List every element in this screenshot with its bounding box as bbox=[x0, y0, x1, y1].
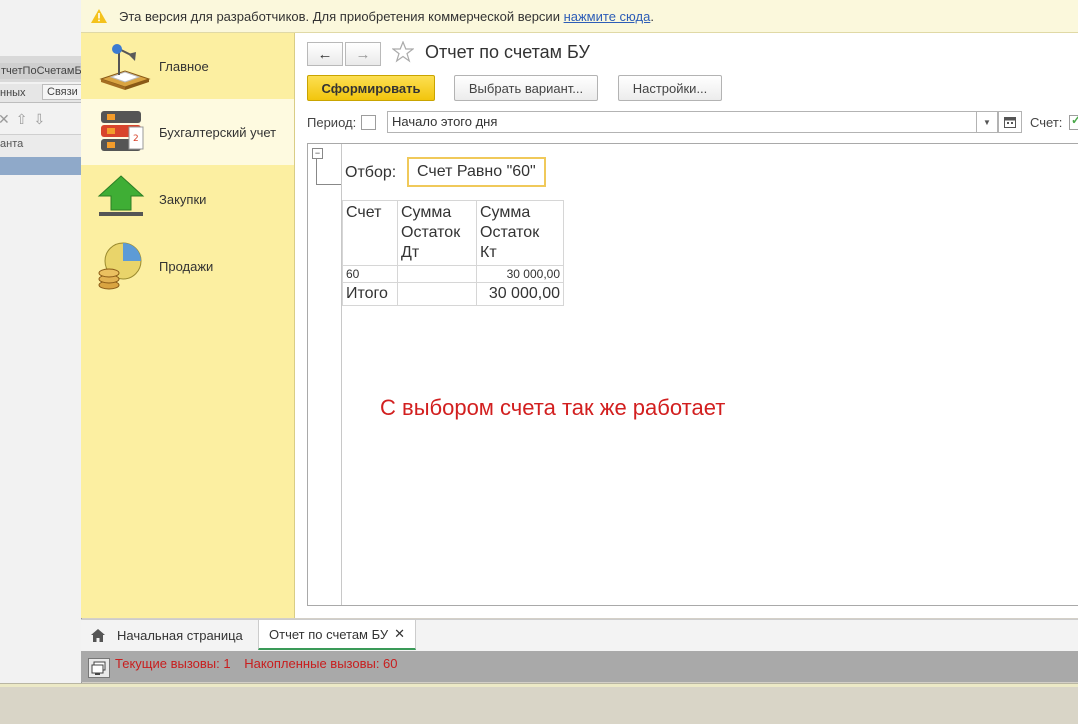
report-form: ← → Отчет по счетам БУ Сформировать Выбр… bbox=[295, 33, 1078, 618]
header-credit: Сумма Остаток Кт bbox=[476, 200, 564, 266]
chevron-down-icon: ▼ bbox=[983, 117, 991, 127]
total-row[interactable]: Итого 30 000,00 bbox=[342, 282, 564, 306]
arrow-right-icon: → bbox=[355, 45, 371, 63]
section-label-main: Главное bbox=[159, 58, 209, 74]
header-debit: Сумма Остаток Дт bbox=[397, 200, 477, 266]
tab-home[interactable]: Начальная страница bbox=[91, 620, 243, 650]
window-tabs-bar: Начальная страница Отчет по счетам БУ ✕ bbox=[81, 619, 1078, 651]
svg-text:2: 2 bbox=[133, 134, 139, 144]
section-label-purchases: Закупки bbox=[159, 191, 207, 207]
row-account: 60 bbox=[342, 265, 398, 283]
coins-chart-icon bbox=[95, 241, 155, 291]
section-main[interactable]: Главное bbox=[81, 33, 294, 99]
period-label: Период: bbox=[307, 115, 357, 130]
total-credit: 30 000,00 bbox=[476, 282, 564, 306]
annotation-comment: С выбором счета так же работает bbox=[380, 395, 726, 420]
background-tab-title[interactable]: тчетПоСчетамБ bbox=[0, 63, 81, 79]
tab-home-label: Начальная страница bbox=[117, 627, 243, 643]
status-text: Текущие вызовы: 1 Накопленные вызовы: 60 bbox=[115, 656, 408, 671]
row-debit bbox=[397, 265, 477, 283]
period-calendar-button[interactable] bbox=[998, 111, 1022, 133]
warning-icon bbox=[91, 9, 107, 23]
choose-variant-button[interactable]: Выбрать вариант... bbox=[454, 75, 598, 101]
background-window: тчетПоСчетамБ нных Связи ✕⇧⇩ анта bbox=[0, 0, 82, 684]
form-title: Отчет по счетам БУ bbox=[425, 42, 590, 62]
checkmark-icon: ✓ bbox=[1071, 113, 1078, 127]
background-selected-row[interactable] bbox=[0, 157, 81, 175]
monitor-icon[interactable] bbox=[88, 658, 110, 678]
green-arrow-up-icon bbox=[95, 174, 155, 224]
header-account: Счет bbox=[342, 200, 398, 266]
settings-button[interactable]: Настройки... bbox=[618, 75, 722, 101]
section-label-sales: Продажи bbox=[159, 258, 214, 274]
section-accounting[interactable]: 2 Бухгалтерский учет bbox=[81, 99, 294, 165]
status-bar: Текущие вызовы: 1 Накопленные вызовы: 60 bbox=[81, 651, 1078, 682]
background-nav-arrows-icon[interactable]: ✕⇧⇩ bbox=[0, 111, 51, 128]
background-tab-right[interactable]: Связи bbox=[42, 84, 81, 100]
period-dropdown-button[interactable]: ▼ bbox=[977, 111, 998, 133]
close-icon[interactable]: ✕ bbox=[394, 626, 405, 642]
generate-button[interactable]: Сформировать bbox=[307, 75, 435, 101]
binders-icon: 2 bbox=[95, 107, 155, 157]
tab-report[interactable]: Отчет по счетам БУ ✕ bbox=[258, 620, 416, 650]
home-icon bbox=[91, 628, 105, 642]
background-column-header: анта bbox=[0, 138, 24, 150]
section-sales[interactable]: Продажи bbox=[81, 233, 294, 299]
lamp-desk-icon bbox=[95, 41, 155, 91]
arrow-left-icon: ← bbox=[317, 45, 333, 63]
row-credit: 30 000,00 bbox=[476, 265, 564, 283]
developer-version-banner: Эта версия для разработчиков. Для приобр… bbox=[81, 0, 1078, 33]
report-area: − Отбор: Счет Равно "60" Счет Сумма Оста… bbox=[307, 143, 1078, 606]
section-purchases[interactable]: Закупки bbox=[81, 166, 294, 232]
period-field[interactable]: Начало этого дня bbox=[387, 111, 977, 133]
total-debit bbox=[397, 282, 477, 306]
favorite-star-icon[interactable] bbox=[391, 40, 415, 63]
current-calls: Текущие вызовы: 1 bbox=[115, 656, 231, 671]
filter-value[interactable]: Счет Равно "60" bbox=[407, 157, 546, 187]
period-checkbox[interactable] bbox=[361, 115, 376, 130]
report-table: Счет Сумма Остаток Дт Сумма Остаток Кт 6… bbox=[342, 200, 564, 306]
accumulated-calls: Накопленные вызовы: 60 bbox=[244, 656, 398, 671]
section-label-accounting: Бухгалтерский учет bbox=[159, 124, 277, 140]
taskbar bbox=[0, 687, 1078, 724]
forward-button[interactable]: → bbox=[345, 42, 381, 66]
total-label: Итого bbox=[342, 282, 398, 306]
back-button[interactable]: ← bbox=[307, 42, 343, 66]
background-tab-left[interactable]: нных bbox=[0, 87, 26, 99]
banner-link[interactable]: нажмите сюда bbox=[564, 9, 651, 24]
tab-report-label: Отчет по счетам БУ bbox=[269, 626, 389, 642]
period-value: Начало этого дня bbox=[392, 114, 498, 129]
banner-text: Эта версия для разработчиков. Для приобр… bbox=[119, 8, 654, 24]
account-label: Счет: bbox=[1030, 115, 1063, 130]
account-checkbox[interactable]: ✓ bbox=[1069, 113, 1078, 130]
sections-panel: Главное 2 Бухгалтерский учет Закупки Про… bbox=[81, 33, 295, 618]
calendar-icon bbox=[1004, 117, 1016, 128]
filter-label: Отбор: bbox=[345, 164, 397, 181]
table-row[interactable]: 60 30 000,00 bbox=[342, 265, 564, 283]
